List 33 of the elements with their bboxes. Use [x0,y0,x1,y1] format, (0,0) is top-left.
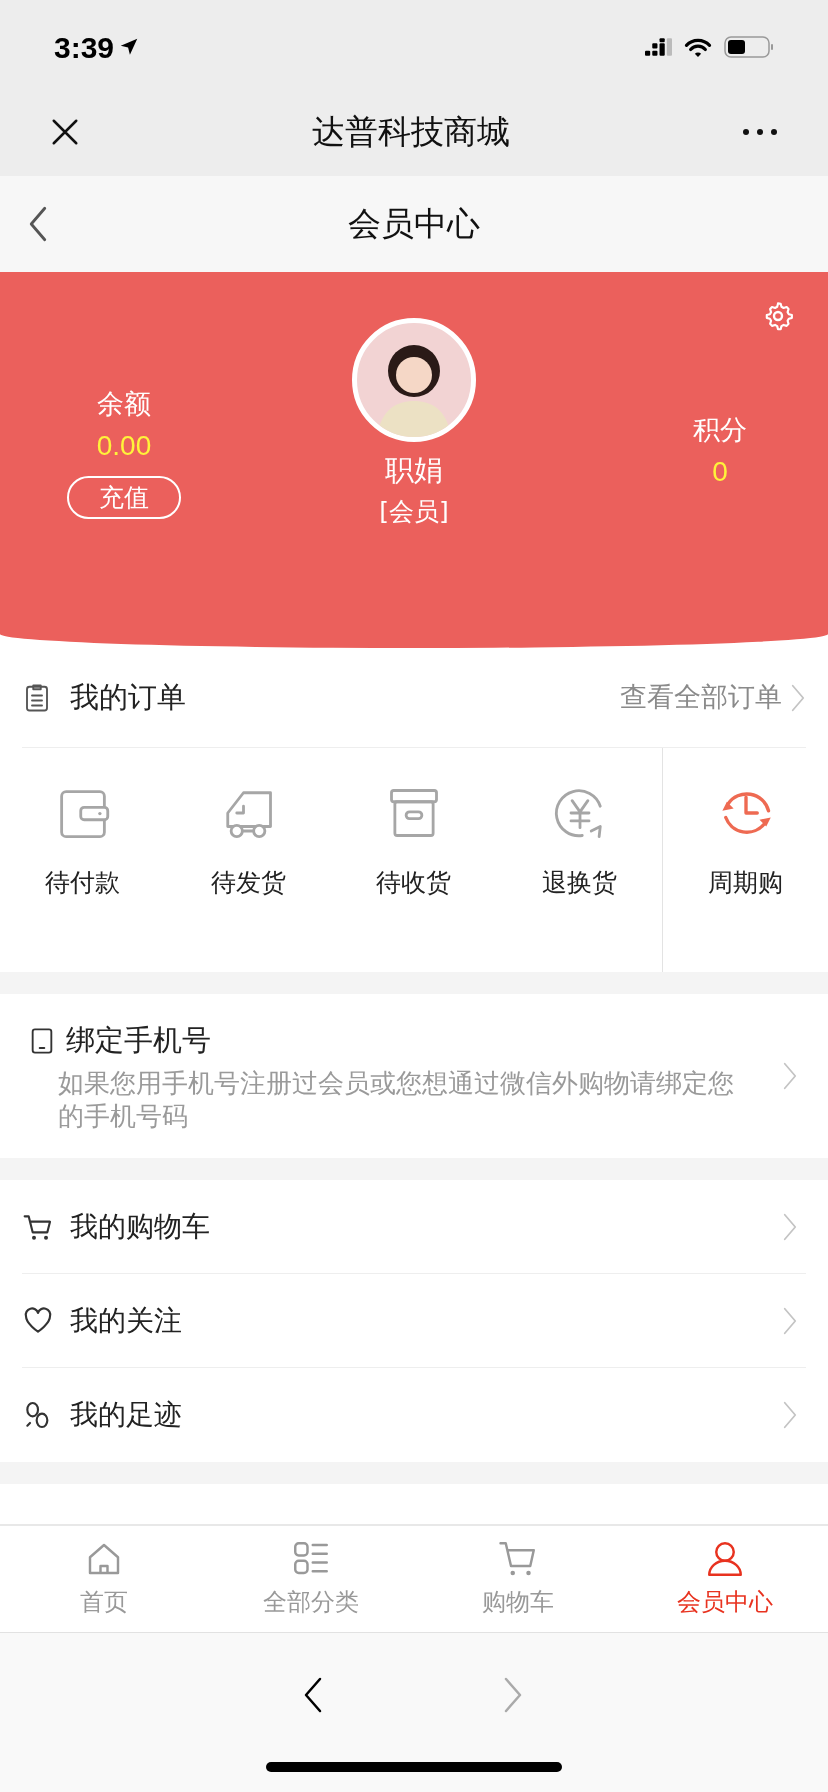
close-icon [50,117,80,147]
more-icon [742,127,778,137]
chevron-right-icon [782,1062,798,1090]
order-status-button[interactable]: 待收货 [331,748,497,972]
box-icon [387,786,441,840]
points-value: 0 [712,455,728,489]
menu-item[interactable]: 我的购物车 [22,1180,806,1274]
wifi-icon [684,36,712,58]
order-status-button[interactable]: 待发货 [165,748,332,972]
chevron-right-icon [790,683,806,712]
window-title: 达普科技商城 [312,111,510,154]
balance-value: 0.00 [96,429,152,463]
bind-phone-title: 绑定手机号 [66,1022,211,1060]
chevron-right-icon [782,1212,798,1241]
section-title: 我的订单 [70,678,186,716]
balance-label: 余额 [97,387,151,421]
battery-icon [724,36,774,58]
menu-item[interactable]: 我的关注 [22,1274,806,1368]
tab[interactable]: 会员中心 [621,1526,828,1632]
bind-phone-row[interactable]: 绑定手机号 如果您用手机号注册过会员或您想通过微信外购物请绑定您的手机号码 [0,994,828,1158]
order-status-button[interactable]: 周期购 [662,748,828,972]
chevron-right-icon [782,1401,798,1429]
menu-item[interactable]: 我的足迹 [22,1368,806,1462]
signal-icon [645,38,672,56]
member-level: [会员] [379,496,449,528]
member-name: 职娟 [385,452,443,489]
page-title: 会员中心 [348,203,480,246]
order-status-button[interactable]: 退换货 [496,748,663,972]
order-status-button[interactable]: 待付款 [0,748,166,972]
chevron-right-icon [782,1306,798,1335]
status-time: 3:39 [54,29,115,66]
points-label: 积分 [693,413,747,447]
bind-phone-description: 如果您用手机号注册过会员或您想通过微信外购物请绑定您的手机号码 [58,1066,735,1133]
